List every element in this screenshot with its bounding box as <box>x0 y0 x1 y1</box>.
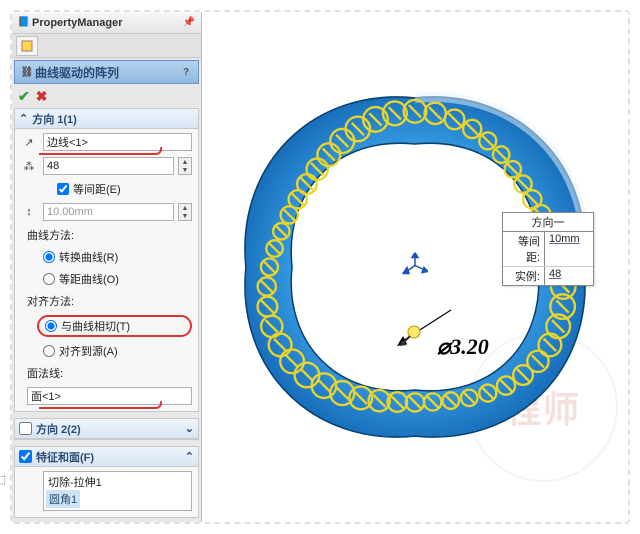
list-item[interactable]: 切除-拉伸1 <box>46 474 189 490</box>
feature-list[interactable]: 切除-拉伸1 圆角1 <box>43 471 192 511</box>
radio-transform-curve[interactable]: 转换曲线(R) <box>43 249 192 265</box>
curve-method-label: 曲线方法: <box>27 227 192 243</box>
direction2-checkbox[interactable] <box>19 422 32 435</box>
property-manager-panel: 📘 PropertyManager 📌 ⛓ 曲线驱动的阵列 ? ✔ ✖ ⌃ 方向… <box>12 12 202 522</box>
direction1-panel: ⌃ 方向 1(1) ↗ 边线<1> ⁂ 48 ▲▼ 等间距(E) <box>14 108 199 412</box>
pm-tabs <box>12 34 201 58</box>
pin-icon[interactable]: 📌 <box>181 15 197 31</box>
radio-tangent-to-curve[interactable]: 与曲线相切(T) <box>45 318 130 334</box>
direction-arrow-icon[interactable]: ↗ <box>19 134 39 150</box>
radio-align-to-seed[interactable]: 对齐到源(A) <box>43 343 192 359</box>
callout-row[interactable]: 实例: 48 <box>503 267 593 285</box>
direction2-title: 方向 2(2) <box>36 421 81 437</box>
instances-input[interactable]: 48 <box>43 157 174 175</box>
spacing-spinner[interactable]: ▲▼ <box>178 203 192 221</box>
chevron-up-icon: ⌃ <box>185 450 194 463</box>
align-method-label: 对齐方法: <box>27 293 192 309</box>
cancel-button[interactable]: ✖ <box>36 88 48 105</box>
spacing-input[interactable]: 10.00mm <box>43 203 174 221</box>
ok-button[interactable]: ✔ <box>18 88 30 105</box>
pm-titlebar: 📘 PropertyManager 📌 <box>12 12 201 34</box>
feature-title-bar: ⛓ 曲线驱动的阵列 ? <box>14 60 199 84</box>
cursor-icon <box>398 322 424 353</box>
direction2-header[interactable]: 方向 2(2) ⌄ <box>15 419 198 439</box>
direction-callout[interactable]: 方向一 等间距: 10mm 实例: 48 <box>502 212 594 286</box>
list-item[interactable]: 圆角1 <box>46 490 80 508</box>
book-icon: 📘 <box>16 15 32 31</box>
direction1-header[interactable]: ⌃ 方向 1(1) <box>15 109 198 129</box>
instances-icon: ⁂ <box>19 158 39 174</box>
callout-title: 方向一 <box>503 213 593 232</box>
chevron-up-icon: ⌃ <box>19 112 28 125</box>
edge-select-field[interactable]: 边线<1> <box>43 133 192 151</box>
pattern-icon: ⛓ <box>19 64 35 80</box>
face-select-field[interactable]: 面<1> <box>27 387 192 405</box>
pm-title: PropertyManager <box>32 17 181 29</box>
chevron-down-icon: ⌄ <box>185 422 194 435</box>
diameter-dimension[interactable]: ⌀3.20 <box>437 334 489 360</box>
graphics-viewport[interactable]: 程师 <box>202 12 628 522</box>
direction2-panel: 方向 2(2) ⌄ <box>14 418 199 440</box>
equal-spacing-checkbox[interactable]: 等间距(E) <box>57 181 121 197</box>
radio-offset-curve[interactable]: 等距曲线(O) <box>43 271 192 287</box>
features-icon: ⬚ <box>0 471 11 487</box>
face-normal-label: 面法线: <box>27 365 192 381</box>
features-header[interactable]: 特征和面(F) ⌃ <box>15 447 198 467</box>
features-title: 特征和面(F) <box>36 449 94 465</box>
instances-spinner[interactable]: ▲▼ <box>178 157 192 175</box>
ok-cancel-bar: ✔ ✖ <box>12 86 201 106</box>
origin-triad-icon <box>402 253 428 282</box>
features-checkbox[interactable] <box>19 450 32 463</box>
callout-row[interactable]: 等间距: 10mm <box>503 232 593 267</box>
tab-feature-icon[interactable] <box>16 36 38 56</box>
features-panel: 特征和面(F) ⌃ ⬚ 切除-拉伸1 圆角1 <box>14 446 199 518</box>
feature-name: 曲线驱动的阵列 <box>35 64 178 81</box>
direction1-title: 方向 1(1) <box>32 111 77 127</box>
equal-spacing-label: 等间距(E) <box>73 181 121 197</box>
spacing-icon: ↕ <box>19 204 39 220</box>
help-icon[interactable]: ? <box>178 64 194 80</box>
